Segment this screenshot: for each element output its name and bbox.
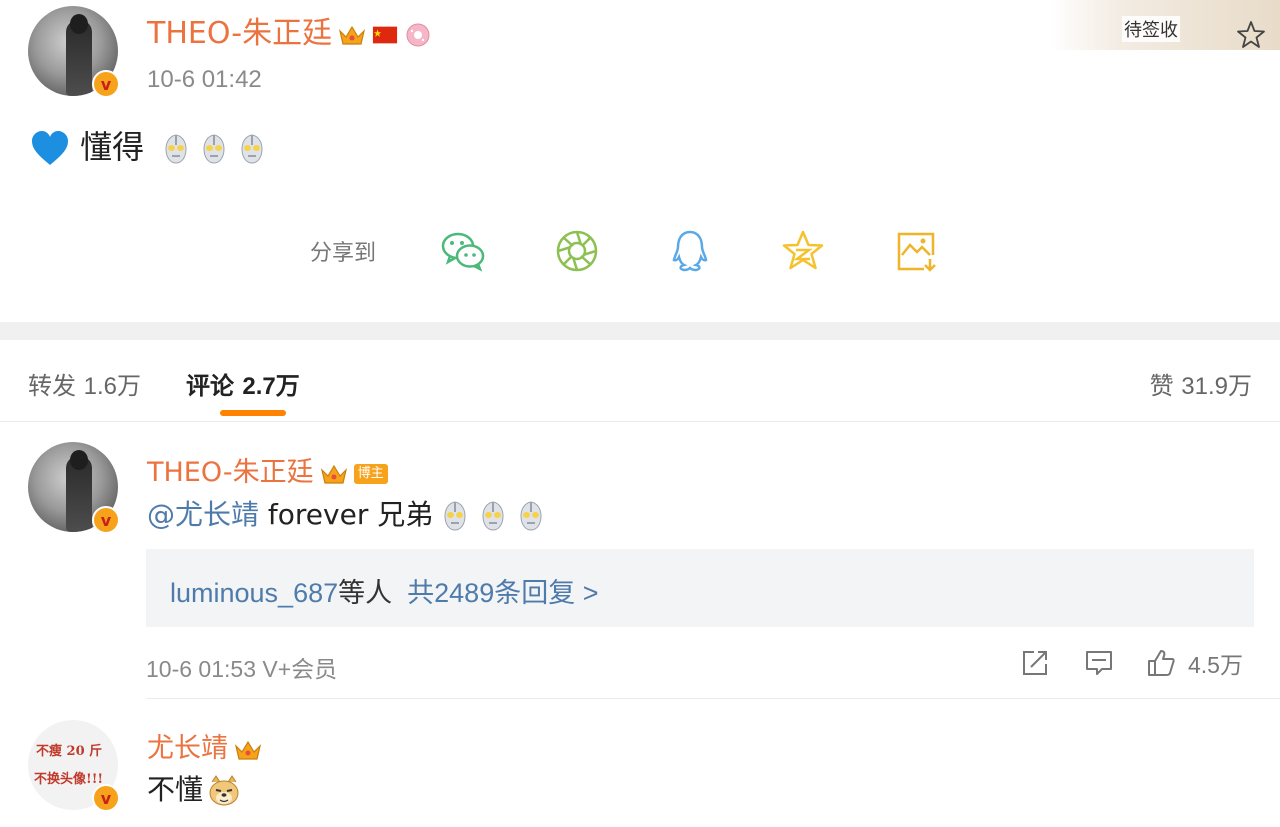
pending-receipt-banner[interactable]: 待签收 — [1050, 0, 1280, 50]
crown-icon — [320, 464, 347, 484]
weibo-post: v THEO-朱正廷 10-6 01:42 懂得 分享到 待签收 — [0, 0, 1280, 322]
comment-body: forever 兄弟 — [259, 498, 434, 531]
comment-text: 不懂 — [147, 768, 241, 808]
ultraman-emoji-icon — [444, 501, 466, 531]
share-icon[interactable] — [1018, 646, 1052, 680]
section-divider — [0, 322, 1280, 340]
blue-heart-icon — [32, 131, 68, 165]
comment-author[interactable]: THEO-朱正廷 博主 — [147, 450, 388, 489]
interaction-tabs: 转发 1.6万 评论 2.7万 赞 31.9万 — [0, 340, 1280, 422]
ultraman-emoji-icon — [165, 134, 187, 164]
share-bar: 分享到 — [310, 226, 1003, 276]
comment-body: 不懂 — [147, 773, 204, 806]
post-author-name[interactable]: THEO-朱正廷 — [147, 16, 332, 51]
active-tab-indicator — [220, 410, 286, 416]
comment-author-name[interactable]: 尤长靖 — [147, 733, 228, 764]
verified-badge-icon: v — [92, 784, 120, 812]
comment-client[interactable]: V+会员 — [262, 656, 337, 682]
tab-reposts-count: 1.6万 — [83, 373, 142, 400]
like-icon[interactable] — [1144, 646, 1178, 680]
donut-icon — [406, 23, 430, 46]
avatar-text-line1: 不瘦 20 斤 — [36, 744, 103, 759]
tab-likes-count: 31.9万 — [1181, 373, 1252, 400]
tab-reposts-label: 转发 — [28, 372, 76, 400]
ultraman-emoji-icon — [482, 501, 504, 531]
avatar-text-line2: 不换头像!!! — [34, 772, 104, 787]
reply-icon[interactable] — [1082, 646, 1116, 680]
post-author[interactable]: THEO-朱正廷 — [147, 8, 432, 52]
star-icon[interactable] — [1236, 20, 1266, 50]
replies-summary[interactable]: luminous_687等人 共2489条回复 > — [146, 549, 1254, 627]
crown-icon — [339, 25, 366, 45]
like-count: 4.5万 — [1188, 652, 1243, 678]
qzone-icon[interactable] — [777, 226, 829, 276]
comment-author[interactable]: 尤长靖 — [147, 726, 262, 765]
moments-icon[interactable] — [551, 226, 603, 276]
verified-badge-icon: v — [92, 70, 120, 98]
comment-meta: 10-6 01:53 V+会员 — [146, 650, 337, 684]
comment-actions: 4.5万 — [1018, 645, 1243, 681]
author-badge: 博主 — [353, 463, 388, 484]
tab-comments-label: 评论 — [186, 372, 234, 400]
replies-mid: 等人 — [338, 578, 393, 608]
share-label: 分享到 — [310, 241, 377, 266]
comment-time: 10-6 01:53 — [146, 656, 256, 682]
wechat-icon[interactable] — [438, 226, 490, 276]
tab-likes-label: 赞 — [1149, 372, 1174, 400]
ultraman-emoji-icon — [241, 134, 263, 164]
comment-divider — [146, 698, 1280, 699]
save-image-icon[interactable] — [890, 226, 942, 276]
pending-receipt-label: 待签收 — [1122, 16, 1180, 42]
qq-icon[interactable] — [664, 226, 716, 276]
crown-icon — [234, 740, 262, 760]
mention-link[interactable]: @尤长靖 — [147, 498, 259, 531]
comment-author-name[interactable]: THEO-朱正廷 — [147, 457, 314, 488]
ultraman-emoji-icon — [520, 501, 542, 531]
tab-likes[interactable]: 赞 31.9万 — [1150, 366, 1252, 401]
replies-summary-text: luminous_687等人 共2489条回复 > — [170, 571, 598, 610]
replies-link[interactable]: 共2489条回复 > — [407, 578, 598, 608]
doge-emoji-icon — [209, 775, 239, 806]
tab-comments-count: 2.7万 — [242, 373, 300, 400]
tab-comments[interactable]: 评论 2.7万 — [186, 366, 300, 401]
post-text: 懂得 — [80, 128, 145, 166]
verified-badge-icon: v — [92, 506, 120, 534]
comment-text: @尤长靖 forever 兄弟 — [147, 493, 547, 533]
replies-users[interactable]: luminous_687 — [170, 578, 338, 608]
china-flag-icon — [373, 26, 398, 43]
post-content: 懂得 — [30, 122, 268, 169]
post-time: 10-6 01:42 — [147, 66, 262, 93]
ultraman-emoji-icon — [203, 134, 225, 164]
tab-reposts[interactable]: 转发 1.6万 — [28, 366, 141, 401]
